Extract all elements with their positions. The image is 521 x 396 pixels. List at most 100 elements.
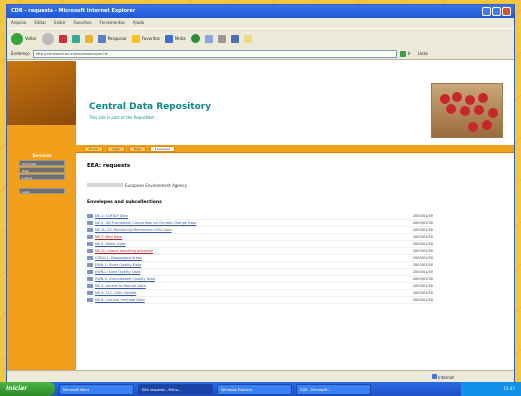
envelope-icon [87,235,93,239]
address-bar: Endereço http://cdr.eionet.eu.int/es/eea… [7,48,514,60]
envelope-link[interactable]: NE-2: UN Framework Convention on Climate… [95,221,393,225]
envelope-link[interactable]: NE-3L: EC Monitoring Mechanism GHG Data [95,228,393,232]
envelope-date: 2003/01/30 [412,235,433,239]
taskbar-item[interactable]: Microsoft Word [59,383,134,395]
system-tray: 15:47 [461,382,521,396]
menu-item[interactable]: Exibir [54,20,65,26]
minimize-button[interactable] [482,7,491,16]
menu-item[interactable]: Arquivo [11,20,26,26]
list-item: NE-5: Water Data 2003/01/30 [87,241,433,248]
tab-help[interactable]: Help [128,146,146,152]
logo-swoosh [7,61,76,125]
mail-icon[interactable] [204,34,213,43]
status-bar: Internet [7,370,514,382]
envelope-date: 2003/01/30 [412,263,433,267]
envelope-link[interactable]: NE-4: CLC 2000 Update [95,291,393,295]
sidebar-item-help[interactable]: Help [19,167,65,173]
left-column: Services Overview Help Logout Login [7,61,76,370]
site-header: Central Data Repository This site is par… [76,61,514,145]
envelope-icon [87,284,93,288]
list-item: EWN-3: Groundwater Quality Data 2003/01/3… [87,276,433,283]
browser-window: CDR - requests - Microsoft Internet Expl… [6,4,515,382]
envelope-link[interactable]: NE-7: Bird Data [95,235,393,239]
envelope-link[interactable]: NE-1: CLRTAP Data [95,214,393,218]
url-input[interactable]: http://cdr.eionet.eu.int/es/eea/envqmr7w [32,49,397,58]
envelope-date: 2003/01/30 [412,249,433,253]
envelope-icon [87,277,93,281]
owner-name: European Environment Agency [125,183,187,188]
section-heading: Envelopes and subcollections [87,200,162,205]
tab-home[interactable]: Home [84,146,103,152]
home-icon[interactable] [84,34,93,43]
tab-login[interactable]: Login [106,146,125,152]
tab-envelopes[interactable]: Envelopes [149,146,176,152]
favorites-button[interactable]: Favoritos [131,34,160,43]
sidebar-item-overview[interactable]: Overview [19,160,65,166]
sidebar-item-logout[interactable]: Logout [19,174,65,180]
start-button[interactable]: Iniciar [0,382,55,396]
envelope-date: 2003/01/30 [412,256,433,260]
zone-indicator: Internet [431,374,454,380]
history-icon[interactable] [190,34,200,43]
envelope-date: 2003/01/30 [412,228,433,232]
list-item: EWN-1: River Quality Data 2003/01/30 [87,262,433,269]
back-button[interactable]: Voltar [11,32,37,45]
site-subtitle: This site is part of the ReportNet [89,115,155,120]
menu-item[interactable]: Ajuda [133,20,144,26]
envelope-icon [87,221,93,225]
media-button[interactable]: Mídia [164,34,186,43]
envelope-link[interactable]: NE-5: Water Data [95,242,393,246]
apples-basket-image [431,83,503,138]
globe-icon [431,374,437,379]
envelope-icon [87,270,93,274]
sidebar-item-login[interactable]: Login [19,188,65,194]
edit-icon[interactable] [230,34,239,43]
folder-icon[interactable] [243,34,252,43]
list-item: CDDA-1: Designated Areas 2003/01/30 [87,255,433,262]
list-item: NE-3L: EC Monitoring Mechanism GHG Data 2… [87,227,433,234]
main-content: EEA: requests European Environment Agenc… [87,163,437,304]
links-button[interactable]: Links [418,51,428,56]
close-button[interactable] [502,7,511,16]
owner-line: European Environment Agency [87,183,437,188]
envelope-icon [87,228,93,232]
envelope-link[interactable]: NE-3: Access to Natural Data [95,284,393,288]
sidebar-menu: Services Overview Help Logout Login [19,153,65,195]
nav-tabs: Home Login Help Envelopes [76,145,514,153]
forward-arrow-icon [41,32,54,45]
stop-icon[interactable] [58,34,67,43]
taskbar: Iniciar Microsoft Word EEA requests - Mi… [0,382,521,396]
refresh-icon[interactable] [71,34,80,43]
clock: 15:47 [503,386,515,391]
menu-item[interactable]: Favoritos [73,20,91,26]
envelope-date: 2003/01/30 [412,284,433,288]
envelope-link[interactable]: NE-6: Cultural heritage Data [95,298,393,302]
taskbar-item[interactable]: CDR - Microsoft... [296,383,371,395]
envelope-link[interactable]: CDDA-1: Designated Areas [95,256,393,260]
envelope-icon [87,291,93,295]
envelope-icon [87,242,93,246]
sidebar-heading: Services [32,153,52,158]
list-item: NE-2L: Ozone reporting guideline 2003/01/… [87,248,433,255]
menu-item[interactable]: Ferramentas [100,20,125,26]
taskbar-item[interactable]: EEA requests - Micro... [138,383,213,395]
maximize-button[interactable] [492,7,501,16]
redacted-text [87,183,123,187]
search-button[interactable]: Pesquisar [97,34,127,43]
envelope-link[interactable]: EWN-2: Lake Quality Data [95,270,393,274]
envelope-date: 2003/01/30 [412,270,433,274]
print-icon[interactable] [217,34,226,43]
envelope-link[interactable]: EWN-1: River Quality Data [95,263,393,267]
envelope-link[interactable]: EWN-3: Groundwater Quality Data [95,277,393,281]
envelope-date: 2003/01/30 [412,277,433,281]
taskbar-item[interactable]: Windows Explorer [217,383,292,395]
go-button[interactable]: Ir [399,50,411,57]
window-controls [482,7,511,16]
menu-item[interactable]: Editar [34,20,46,26]
list-item: NE-4: CLC 2000 Update 2003/01/30 [87,290,433,297]
list-item: NE-2: UN Framework Convention on Climate… [87,220,433,227]
envelope-icon [87,256,93,260]
envelope-list: NE-1: CLRTAP Data 2003/01/30 NE-2: UN Fram… [87,213,433,304]
envelope-link[interactable]: NE-2L: Ozone reporting guideline [95,249,393,253]
forward-button[interactable] [41,32,54,45]
